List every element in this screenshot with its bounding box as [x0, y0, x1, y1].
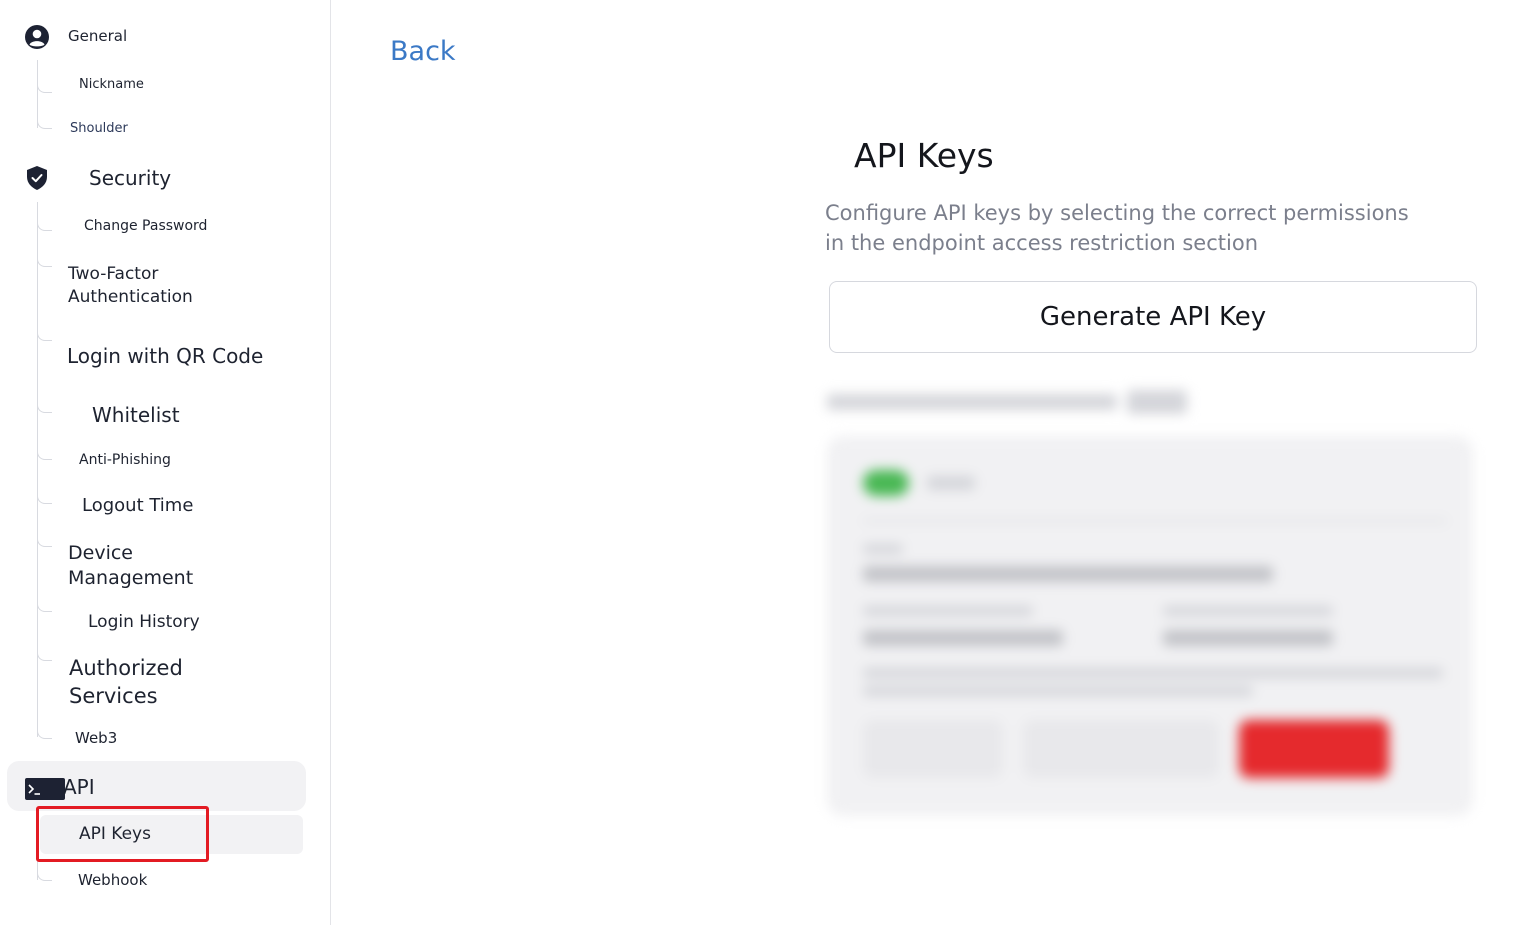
tree-branch	[37, 332, 52, 341]
blurred-text	[863, 544, 903, 554]
tree-line-general	[37, 60, 38, 128]
blurred-button	[863, 720, 1003, 778]
sidebar-item-webhook[interactable]: Webhook	[78, 871, 147, 889]
blurred-text	[863, 630, 1063, 646]
blurred-text	[1163, 630, 1333, 646]
sidebar-item-logout-time[interactable]: Logout Time	[82, 495, 193, 516]
sidebar-item-authorized-services[interactable]: Authorized Services	[69, 654, 209, 710]
terminal-icon	[25, 778, 65, 804]
sidebar-item-change-password[interactable]: Change Password	[84, 218, 207, 234]
sidebar-item-login-history[interactable]: Login History	[88, 612, 200, 632]
blurred-toggle	[863, 470, 909, 496]
tree-branch	[37, 730, 52, 739]
tree-branch	[37, 872, 52, 881]
sidebar-item-anti-phishing[interactable]: Anti-Phishing	[79, 452, 171, 468]
sidebar-group-api[interactable]: API	[63, 775, 95, 799]
highlight-annotation	[36, 806, 209, 862]
blurred-text	[927, 476, 975, 490]
generate-api-key-button[interactable]: Generate API Key	[829, 281, 1477, 353]
sidebar-item-login-qr[interactable]: Login with QR Code	[67, 344, 263, 368]
sidebar-group-security[interactable]: Security	[89, 166, 171, 190]
blurred-api-key-card	[811, 380, 1501, 830]
tree-branch	[37, 603, 52, 612]
blurred-divider	[863, 520, 1447, 522]
sidebar-item-device-management[interactable]: Device Management	[68, 541, 208, 591]
shield-icon	[25, 165, 49, 195]
settings-sidebar: General Nickname Shoulder Security Chang…	[0, 0, 331, 925]
blurred-text	[863, 668, 1443, 678]
tree-branch	[37, 495, 52, 504]
main-content: Back API Keys Configure API keys by sele…	[331, 0, 1525, 925]
back-link[interactable]: Back	[390, 36, 456, 67]
sidebar-item-nickname[interactable]: Nickname	[79, 77, 144, 92]
sidebar-group-general[interactable]: General	[68, 27, 127, 45]
blurred-badge	[1127, 390, 1187, 414]
tree-branch	[37, 222, 52, 231]
blurred-text	[863, 606, 1033, 616]
blurred-text	[863, 686, 1253, 696]
tree-branch	[37, 84, 52, 93]
blurred-delete-button	[1239, 720, 1389, 778]
tree-branch	[37, 652, 52, 661]
tree-branch	[37, 451, 52, 460]
blurred-text	[827, 394, 1117, 410]
tree-branch	[37, 538, 52, 547]
sidebar-item-web3[interactable]: Web3	[75, 729, 117, 747]
page-description: Configure API keys by selecting the corr…	[825, 201, 1409, 255]
tree-branch	[37, 120, 52, 129]
sidebar-item-two-factor[interactable]: Two-Factor Authentication	[68, 263, 218, 309]
tree-branch	[37, 404, 52, 413]
blurred-button	[1023, 720, 1219, 778]
tree-branch	[37, 258, 52, 267]
blurred-text	[1163, 606, 1333, 616]
sidebar-item-whitelist[interactable]: Whitelist	[92, 403, 180, 427]
page-title: API Keys	[854, 136, 994, 175]
blurred-key	[863, 566, 1273, 582]
sidebar-item-shoulder[interactable]: Shoulder	[70, 121, 128, 136]
user-icon	[24, 24, 50, 54]
